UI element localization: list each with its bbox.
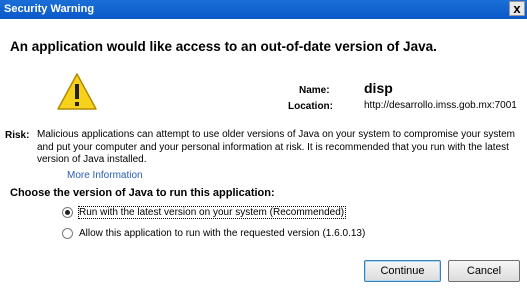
radio-button-requested[interactable] (62, 228, 73, 239)
cancel-button[interactable]: Cancel (448, 260, 520, 282)
risk-label: Risk: (5, 130, 30, 141)
location-value: http://desarrollo.imss.gob.mx:7001 (364, 100, 517, 111)
radio-label-latest[interactable]: Run with the latest version on your syst… (77, 206, 347, 219)
window-title: Security Warning (4, 3, 95, 15)
continue-button[interactable]: Continue (364, 260, 441, 282)
radio-label-requested[interactable]: Allow this application to run with the r… (79, 228, 365, 239)
name-label: Name: (299, 85, 330, 96)
warning-triangle-icon (57, 73, 97, 110)
radio-button-latest[interactable] (62, 207, 73, 218)
risk-description: Malicious applications can attempt to us… (37, 129, 515, 165)
close-button[interactable]: x (509, 1, 525, 16)
dialog-body: An application would like access to an o… (0, 19, 527, 293)
title-bar: Security Warning x (0, 0, 527, 19)
choose-version-heading: Choose the version of Java to run this a… (10, 187, 275, 199)
dialog-heading: An application would like access to an o… (10, 39, 437, 54)
more-information-link[interactable]: More Information (67, 170, 143, 181)
app-name-value: disp (364, 80, 393, 96)
location-label: Location: (288, 101, 333, 112)
